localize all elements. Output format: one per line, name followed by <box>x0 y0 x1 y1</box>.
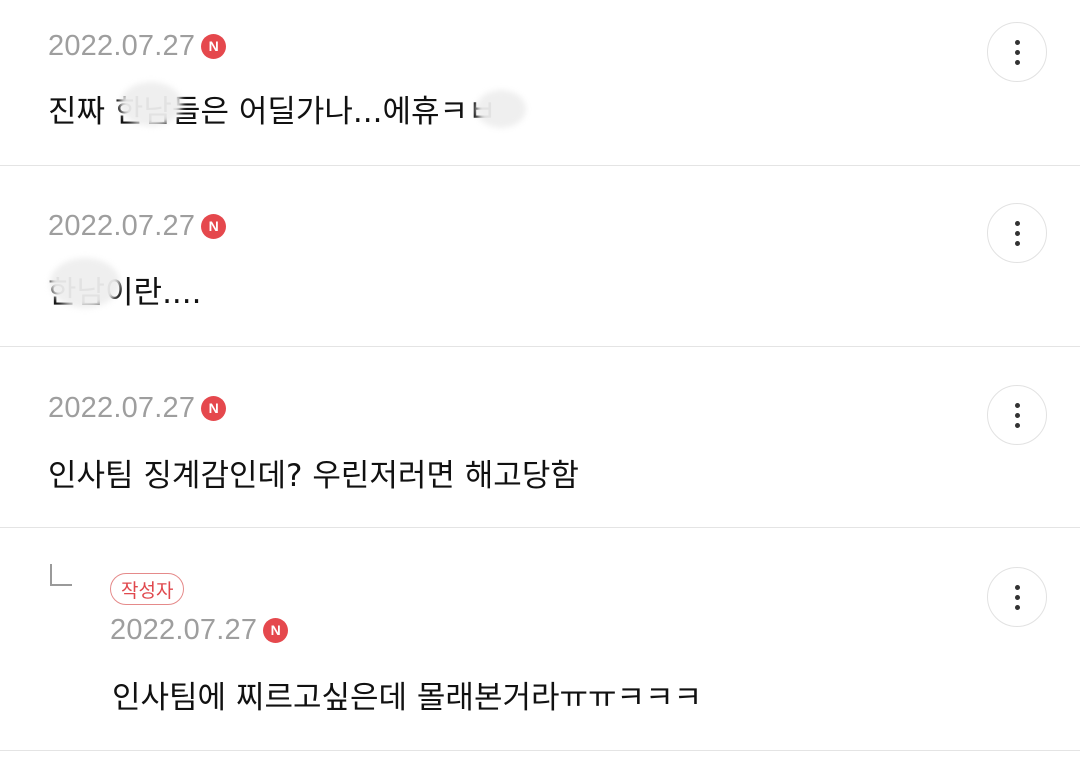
redaction-mark <box>120 82 182 126</box>
comment-meta: 2022.07.27 N <box>48 209 227 243</box>
comment-date: 2022.07.27 <box>48 29 196 62</box>
comment-meta: 2022.07.27 N <box>48 391 227 425</box>
comment-date: 2022.07.27 <box>48 209 196 242</box>
comment-text: 진짜 한남들은 어딜가나...에휴ㅋㅂ <box>48 94 497 130</box>
new-badge-icon: N <box>201 395 227 421</box>
redaction-mark <box>50 258 120 308</box>
more-options-button[interactable] <box>987 567 1047 627</box>
new-badge-icon: N <box>201 33 227 59</box>
reply-comment-item: 작성자 2022.07.27 N 인사팀에 찌르고싶은데 몰래본거라ㅠㅠㅋㅋㅋ <box>0 528 1080 751</box>
comment-date: 2022.07.27 <box>110 613 258 646</box>
comment-meta: 2022.07.27 N <box>110 613 289 647</box>
comment-date: 2022.07.27 <box>48 391 196 424</box>
new-badge-icon: N <box>263 617 289 643</box>
comment-item: 2022.07.27 N 진짜 한남들은 어딜가나...에휴ㅋㅂ <box>0 0 1080 166</box>
comment-item: 2022.07.27 N 인사팀 징계감인데? 우린저러면 해고당함 <box>0 347 1080 528</box>
more-options-button[interactable] <box>987 22 1047 82</box>
comment-meta: 2022.07.27 N <box>48 29 227 63</box>
redaction-mark <box>476 90 526 128</box>
more-vertical-icon <box>1014 402 1020 408</box>
more-vertical-icon <box>1014 39 1020 45</box>
new-badge-icon: N <box>201 213 227 239</box>
reply-arrow-icon <box>50 564 72 586</box>
more-options-button[interactable] <box>987 385 1047 445</box>
author-badge: 작성자 <box>110 573 185 605</box>
comment-text: 인사팀 징계감인데? 우린저러면 해고당함 <box>48 458 579 494</box>
more-vertical-icon <box>1014 220 1020 226</box>
more-vertical-icon <box>1014 584 1020 590</box>
comment-item: 2022.07.27 N 한남이란.... <box>0 166 1080 347</box>
comment-list: 2022.07.27 N 진짜 한남들은 어딜가나...에휴ㅋㅂ 2022.07… <box>0 0 1080 766</box>
more-options-button[interactable] <box>987 203 1047 263</box>
comment-text: 인사팀에 찌르고싶은데 몰래본거라ㅠㅠㅋㅋㅋ <box>112 680 703 716</box>
